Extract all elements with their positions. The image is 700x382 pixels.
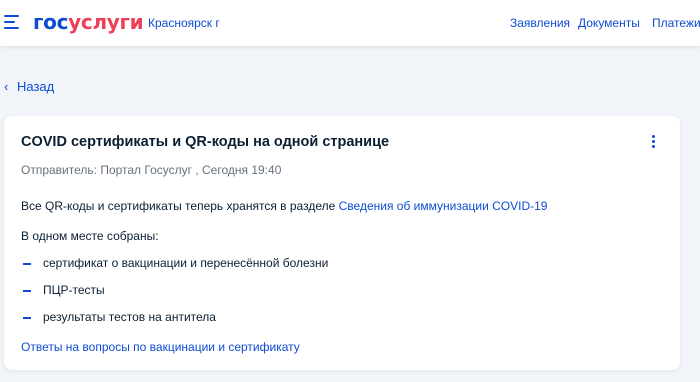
list-heading: В одном месте собраны:: [21, 229, 159, 243]
region-selector[interactable]: Красноярск г: [148, 16, 220, 30]
top-header: госуслуги Красноярск г Заявления Докумен…: [0, 0, 700, 46]
intro-paragraph: Все QR-коды и сертификаты теперь хранятс…: [21, 199, 547, 213]
back-link[interactable]: ‹ Назад: [4, 79, 54, 94]
chevron-left-icon: ‹: [4, 79, 9, 94]
nav-applications[interactable]: Заявления: [510, 16, 570, 30]
gosuslugi-logo[interactable]: госуслуги: [33, 9, 144, 35]
list-item: результаты тестов на антитела: [21, 310, 216, 324]
list-item-text: ПЦР-тесты: [43, 283, 105, 297]
nav-payments[interactable]: Платежи: [652, 16, 700, 30]
list-item: сертификат о вакцинации и перенесённой б…: [21, 256, 328, 270]
list-item: ПЦР-тесты: [21, 283, 105, 297]
list-item-text: результаты тестов на антитела: [43, 310, 216, 324]
message-sender: Отправитель: Портал Госуслуг , Сегодня 1…: [21, 163, 282, 177]
kebab-menu-icon[interactable]: [649, 134, 659, 150]
bullet-dash-icon: [23, 290, 31, 292]
immunization-link[interactable]: Сведения об иммунизации COVID-19: [339, 199, 548, 213]
list-item-text: сертификат о вакцинации и перенесённой б…: [43, 256, 329, 270]
faq-link[interactable]: Ответы на вопросы по вакцинации и сертиф…: [21, 340, 300, 354]
message-card: COVID сертификаты и QR-коды на одной стр…: [4, 116, 680, 370]
hamburger-menu-icon[interactable]: [4, 15, 20, 29]
nav-documents[interactable]: Документы: [578, 16, 640, 30]
message-title: COVID сертификаты и QR-коды на одной стр…: [21, 134, 390, 150]
back-label: Назад: [17, 79, 55, 94]
intro-text: Все QR-коды и сертификаты теперь хранятс…: [21, 199, 339, 213]
bullet-dash-icon: [23, 317, 31, 319]
logo-part-gos: гос: [33, 10, 69, 34]
bullet-dash-icon: [23, 263, 31, 265]
logo-part-uslugi: услуги: [68, 10, 144, 34]
